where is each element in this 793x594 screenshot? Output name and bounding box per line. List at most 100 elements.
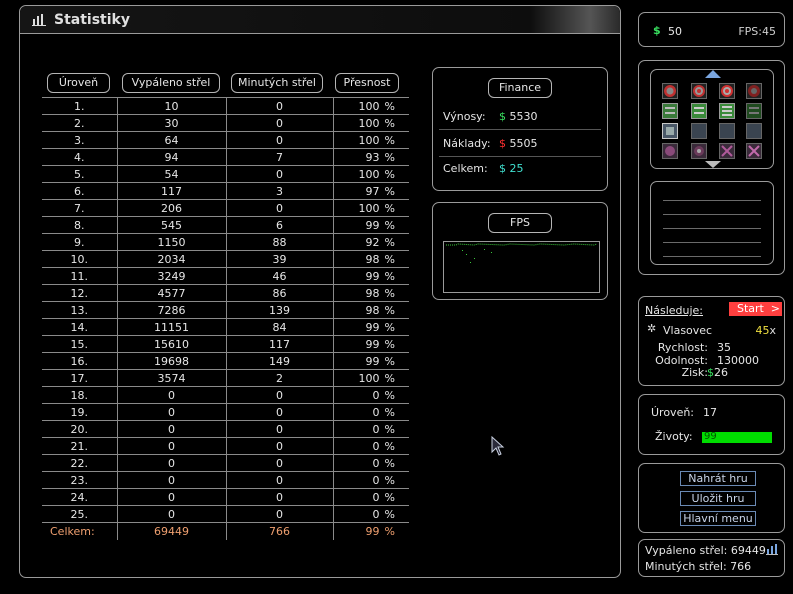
tower-red-icon[interactable] bbox=[746, 83, 762, 99]
percent-sign: % bbox=[384, 286, 395, 300]
accuracy-value: 100 bbox=[358, 133, 380, 147]
finance-total-row: Celkem: $ 25 bbox=[433, 155, 607, 181]
level-cell: 5. bbox=[42, 165, 117, 183]
table-row: 18. 0 0 0% bbox=[42, 386, 409, 404]
accuracy-cell: 100% bbox=[332, 199, 409, 217]
scroll-down-arrow-icon[interactable] bbox=[703, 161, 723, 169]
tower-gray-icon[interactable] bbox=[719, 123, 735, 139]
start-button-label: Start bbox=[737, 302, 764, 315]
missed-cell: 88 bbox=[225, 233, 333, 251]
missed-cell: 46 bbox=[225, 267, 333, 285]
enemy-icon: ✲ bbox=[647, 322, 657, 335]
missed-cell: 0 bbox=[225, 488, 333, 506]
table-row: 7. 206 0 100% bbox=[42, 199, 409, 217]
missed-cell: 149 bbox=[225, 352, 333, 370]
level-cell: 1. bbox=[42, 97, 117, 115]
level-label: Úroveň: bbox=[651, 406, 695, 419]
column-header-fired[interactable]: Vypáleno střel bbox=[122, 73, 220, 93]
percent-sign: % bbox=[384, 150, 395, 164]
percent-sign: % bbox=[384, 507, 395, 521]
column-header-accuracy[interactable]: Přesnost bbox=[335, 73, 399, 93]
finance-button[interactable]: Finance bbox=[488, 78, 552, 98]
load-game-button[interactable]: Nahrát hru bbox=[680, 471, 756, 486]
missed-cell: 0 bbox=[225, 131, 333, 149]
tower-green-icon[interactable] bbox=[719, 103, 735, 119]
missed-cell: 86 bbox=[225, 284, 333, 302]
speed-value: 35 bbox=[717, 341, 731, 354]
summary-panel: Vypáleno střel: 69449 Minutých střel: 76… bbox=[638, 539, 785, 577]
table-row: 13. 7286 139 98% bbox=[42, 301, 409, 319]
tower-panel bbox=[638, 60, 785, 275]
fired-cell: 2034 bbox=[116, 250, 226, 268]
reward-label: Zisk: bbox=[681, 366, 708, 379]
accuracy-cell: 0% bbox=[332, 505, 409, 523]
level-value: 17 bbox=[703, 406, 717, 419]
fps-button[interactable]: FPS bbox=[488, 213, 552, 233]
level-cell: 13. bbox=[42, 301, 117, 319]
finance-costs-row: Náklady: $ 5505 bbox=[433, 130, 607, 156]
scroll-up-arrow-icon[interactable] bbox=[703, 69, 723, 79]
table-row: 16. 19698 149 99% bbox=[42, 352, 409, 370]
summary-fired: Vypáleno střel: 69449 bbox=[645, 544, 766, 557]
accuracy-value: 0 bbox=[372, 456, 380, 470]
level-cell: 20. bbox=[42, 420, 117, 438]
fired-cell: 4577 bbox=[116, 284, 226, 302]
level-cell: 10. bbox=[42, 250, 117, 268]
tower-info-box bbox=[650, 181, 774, 265]
percent-sign: % bbox=[384, 269, 395, 283]
tower-purple-icon[interactable] bbox=[719, 143, 735, 159]
level-cell: 3. bbox=[42, 131, 117, 149]
dollar-icon: $ bbox=[707, 366, 714, 379]
accuracy-value: 99 bbox=[365, 269, 380, 283]
tower-red-icon[interactable] bbox=[691, 83, 707, 99]
tower-purple-icon[interactable] bbox=[746, 143, 762, 159]
level-cell: 7. bbox=[42, 199, 117, 217]
next-wave-panel: Následuje: Start > ✲ Vlasovec 45x Rychlo… bbox=[638, 296, 785, 386]
accuracy-cell: 0% bbox=[332, 386, 409, 404]
save-game-button[interactable]: Uložit hru bbox=[680, 491, 756, 506]
info-line bbox=[663, 228, 761, 229]
missed-cell: 0 bbox=[225, 165, 333, 183]
enemy-count: 45x bbox=[755, 324, 776, 337]
table-row: 14. 11151 84 99% bbox=[42, 318, 409, 336]
table-row: 15. 15610 117 99% bbox=[42, 335, 409, 353]
tower-gray-icon[interactable] bbox=[746, 123, 762, 139]
costs-label: Náklady: bbox=[443, 137, 491, 150]
tower-green-icon[interactable] bbox=[691, 103, 707, 119]
accuracy-cell: 99% bbox=[332, 318, 409, 336]
accuracy-value: 93 bbox=[365, 150, 380, 164]
status-panel: Úroveň: 17 Životy: 99 bbox=[638, 394, 785, 455]
table-row: 17. 3574 2 100% bbox=[42, 369, 409, 387]
fired-cell: 64 bbox=[116, 131, 226, 149]
accuracy-cell: 0% bbox=[332, 437, 409, 455]
table-row: 21. 0 0 0% bbox=[42, 437, 409, 455]
column-header-missed[interactable]: Minutých střel bbox=[231, 73, 323, 93]
finance-income-row: Výnosy: $ 5530 bbox=[433, 103, 607, 129]
total-accuracy: 99% bbox=[332, 522, 409, 540]
tower-green-icon[interactable] bbox=[746, 103, 762, 119]
percent-sign: % bbox=[384, 303, 395, 317]
tower-gray-icon[interactable] bbox=[662, 123, 678, 139]
tower-purple-icon[interactable] bbox=[691, 143, 707, 159]
chevron-right-icon: > bbox=[770, 302, 780, 315]
next-wave-label: Následuje: bbox=[645, 304, 704, 317]
level-cell: 8. bbox=[42, 216, 117, 234]
tower-purple-icon[interactable] bbox=[662, 143, 678, 159]
table-row: 20. 0 0 0% bbox=[42, 420, 409, 438]
page-title: Statistiky bbox=[54, 12, 130, 28]
column-header-level[interactable]: Úroveň bbox=[47, 73, 110, 93]
tower-red-icon[interactable] bbox=[662, 83, 678, 99]
table-row: 11. 3249 46 99% bbox=[42, 267, 409, 285]
percent-sign: % bbox=[384, 422, 395, 436]
percent-sign: % bbox=[384, 456, 395, 470]
percent-sign: % bbox=[384, 252, 395, 266]
tower-green-icon[interactable] bbox=[662, 103, 678, 119]
main-menu-button[interactable]: Hlavní menu bbox=[680, 511, 756, 526]
percent-sign: % bbox=[384, 524, 395, 538]
start-button[interactable]: Start > bbox=[729, 302, 782, 316]
table-row: 2. 30 0 100% bbox=[42, 114, 409, 132]
bar-chart-icon[interactable] bbox=[766, 544, 778, 555]
percent-sign: % bbox=[384, 371, 395, 385]
tower-gray-icon[interactable] bbox=[691, 123, 707, 139]
tower-red-icon[interactable] bbox=[719, 83, 735, 99]
